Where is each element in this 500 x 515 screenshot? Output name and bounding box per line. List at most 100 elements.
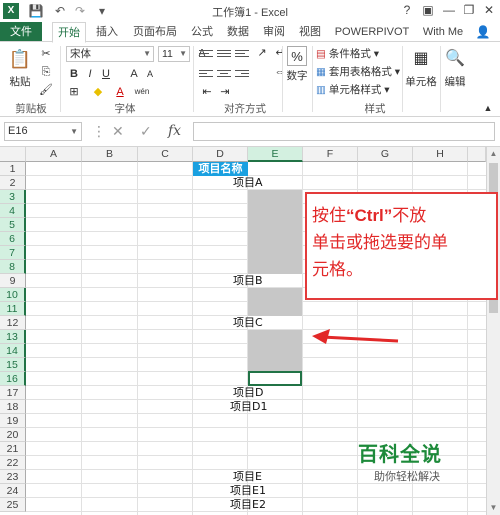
row-header-3[interactable]: 3 — [0, 190, 26, 204]
row-header-13[interactable]: 13 — [0, 330, 26, 344]
editing-button[interactable]: 🔍 编辑 — [442, 46, 468, 89]
cell-e12[interactable]: 项目C — [233, 316, 263, 330]
bold-button[interactable]: B — [66, 66, 82, 82]
align-right-icon[interactable] — [235, 68, 249, 80]
tab-formulas[interactable]: 公式 — [188, 22, 216, 42]
font-name-select[interactable]: 宋体 ▼ — [66, 46, 154, 62]
tab-powerpivot[interactable]: POWERPIVOT — [332, 22, 412, 42]
bottom-align-icon[interactable] — [235, 48, 249, 60]
row-header-20[interactable]: 20 — [0, 428, 26, 442]
middle-align-icon[interactable] — [217, 48, 231, 60]
cell-e24[interactable]: 项目E1 — [230, 484, 266, 498]
font-size-decrease-icon[interactable]: A — [142, 66, 158, 82]
fill-color-icon[interactable]: ◆ — [90, 84, 106, 100]
row-header-6[interactable]: 6 — [0, 232, 26, 246]
orientation-icon[interactable]: ↗ — [254, 45, 270, 61]
row-header-19[interactable]: 19 — [0, 414, 26, 428]
cell-e17[interactable]: 项目D — [233, 386, 263, 400]
column-header-d[interactable]: D — [193, 147, 248, 162]
row-header-10[interactable]: 10 — [0, 288, 26, 302]
cell-e23[interactable]: 项目E — [233, 470, 262, 484]
selected-range-e10-e11[interactable] — [248, 288, 302, 316]
tab-home[interactable]: 开始 — [52, 22, 86, 43]
decrease-indent-icon[interactable]: ⇤ — [199, 84, 215, 100]
scroll-up-icon[interactable]: ▲ — [487, 147, 500, 161]
cell-e18[interactable]: 项目D1 — [230, 400, 267, 414]
name-box[interactable]: E16 ▼ — [4, 122, 82, 141]
active-cell-e16[interactable] — [248, 371, 302, 386]
font-size-select[interactable]: 11 ▼ — [158, 46, 190, 62]
row-header-2[interactable]: 2 — [0, 176, 26, 190]
insert-function-icon[interactable]: fx — [168, 123, 181, 139]
column-header-f[interactable]: F — [303, 147, 358, 162]
row-header-8[interactable]: 8 — [0, 260, 26, 274]
phonetic-icon[interactable]: wén — [134, 84, 150, 100]
row-header-22[interactable]: 22 — [0, 456, 26, 470]
collapse-ribbon-icon[interactable]: ▲ — [480, 100, 496, 116]
cut-icon[interactable]: ✂ — [38, 46, 54, 62]
help-button[interactable]: ? — [398, 2, 416, 18]
selected-range-e3-e8[interactable] — [248, 190, 302, 274]
column-header-b[interactable]: B — [82, 147, 138, 162]
row-header-21[interactable]: 21 — [0, 442, 26, 456]
scroll-down-icon[interactable]: ▼ — [487, 501, 500, 515]
row-header-4[interactable]: 4 — [0, 204, 26, 218]
row-header-25[interactable]: 25 — [0, 498, 26, 512]
cell-e2[interactable]: 项目A — [233, 176, 263, 190]
top-align-icon[interactable] — [199, 48, 213, 60]
column-header-a[interactable]: A — [26, 147, 82, 162]
cells-button[interactable]: ▦ 单元格 — [404, 46, 438, 89]
font-size-increase-icon[interactable]: A — [126, 66, 142, 82]
tab-insert[interactable]: 插入 — [92, 22, 122, 42]
font-color-icon[interactable]: A — [112, 84, 128, 100]
row-header-7[interactable]: 7 — [0, 246, 26, 260]
column-header-c[interactable]: C — [138, 147, 193, 162]
tab-review[interactable]: 审阅 — [260, 22, 288, 42]
tab-view[interactable]: 视图 — [296, 22, 324, 42]
close-button[interactable]: ✕ — [480, 2, 498, 18]
format-as-table-button[interactable]: ▦ 套用表格格式 ▾ — [316, 64, 400, 79]
cell-e9[interactable]: 项目B — [233, 274, 263, 288]
column-header-i[interactable] — [468, 147, 486, 162]
conditional-formatting-button[interactable]: ▤ 条件格式 ▾ — [316, 46, 379, 61]
tab-page-layout[interactable]: 页面布局 — [130, 22, 180, 42]
align-left-icon[interactable] — [199, 68, 213, 80]
enter-icon[interactable]: ✓ — [140, 123, 152, 140]
row-header-12[interactable]: 12 — [0, 316, 26, 330]
paste-button[interactable]: 📋 粘贴 — [6, 46, 34, 89]
row-header-1[interactable]: 1 — [0, 162, 26, 176]
increase-indent-icon[interactable]: ⇥ — [217, 84, 233, 100]
account-avatar-icon[interactable]: 👤 — [470, 22, 496, 42]
row-header-17[interactable]: 17 — [0, 386, 26, 400]
restore-button[interactable]: ❐ — [460, 2, 478, 18]
cell-styles-button[interactable]: ▥ 单元格样式 ▾ — [316, 82, 390, 97]
row-header-14[interactable]: 14 — [0, 344, 26, 358]
number-format-button[interactable]: % 数字 — [284, 46, 310, 83]
tab-data[interactable]: 数据 — [224, 22, 252, 42]
tab-file[interactable]: 文件 — [0, 22, 42, 42]
ribbon-display-button[interactable]: ▣ — [419, 2, 437, 18]
formula-input[interactable] — [193, 122, 495, 141]
cancel-icon[interactable]: ✕ — [112, 123, 124, 140]
row-header-11[interactable]: 11 — [0, 302, 26, 316]
minimize-button[interactable]: — — [440, 2, 458, 18]
underline-button[interactable]: U — [98, 66, 114, 82]
align-center-icon[interactable] — [217, 68, 231, 80]
column-header-h[interactable]: H — [413, 147, 468, 162]
italic-button[interactable]: I — [82, 66, 98, 82]
cell-d1[interactable]: 项目名称 — [193, 162, 248, 176]
row-header-9[interactable]: 9 — [0, 274, 26, 288]
borders-icon[interactable]: ⊞ — [66, 84, 82, 100]
column-header-e[interactable]: E — [248, 147, 303, 162]
tab-with-me[interactable]: With Me — [418, 22, 468, 42]
selected-range-e13-e15[interactable] — [248, 330, 302, 372]
row-header-5[interactable]: 5 — [0, 218, 26, 232]
row-header-23[interactable]: 23 — [0, 470, 26, 484]
format-painter-icon[interactable]: 🖌 — [38, 82, 54, 98]
cell-e25[interactable]: 项目E2 — [230, 498, 266, 512]
column-header-g[interactable]: G — [358, 147, 413, 162]
row-header-15[interactable]: 15 — [0, 358, 26, 372]
row-header-24[interactable]: 24 — [0, 484, 26, 498]
row-header-16[interactable]: 16 — [0, 372, 26, 386]
copy-icon[interactable]: ⎘ — [38, 64, 54, 80]
